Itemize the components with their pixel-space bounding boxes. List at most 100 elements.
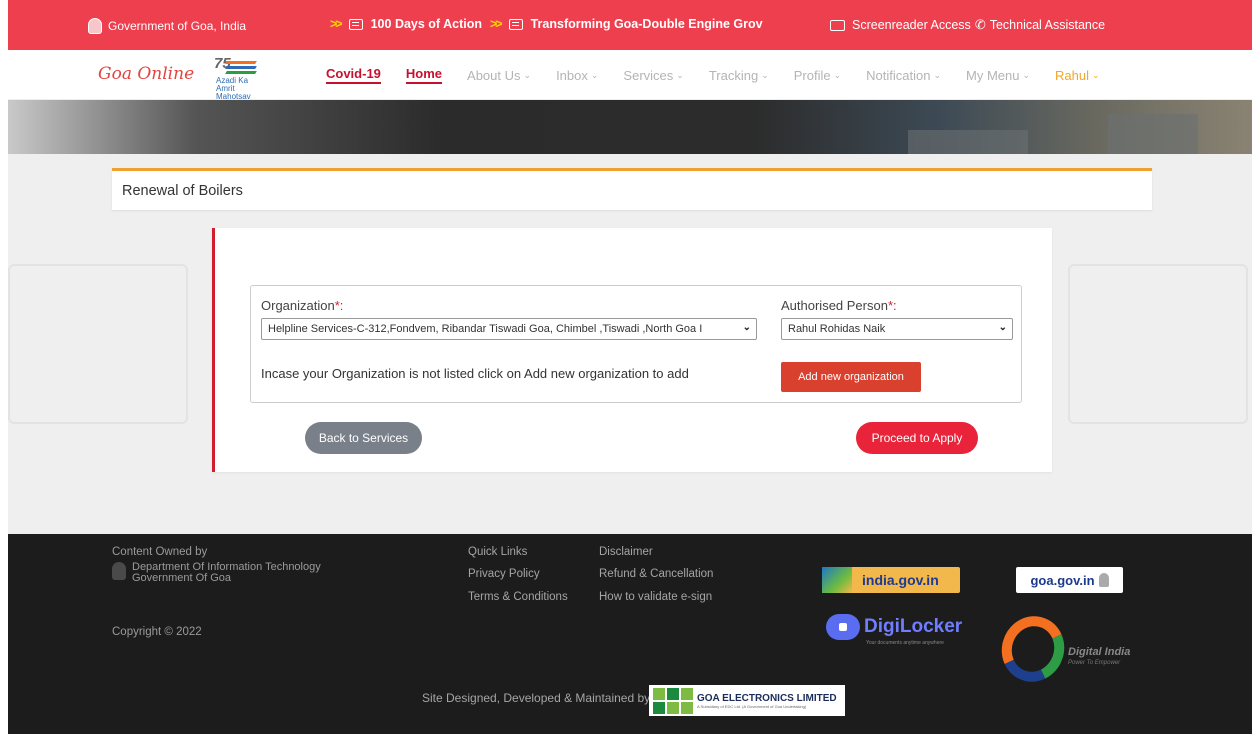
nav-about-label: About Us (467, 67, 521, 83)
department-text: Department Of Information Technology Gov… (132, 562, 321, 584)
nav-tracking-label: Tracking (708, 67, 759, 83)
news-icon (508, 18, 523, 30)
organization-label-text: Organization (261, 298, 335, 313)
azadi-text: Azadi Ka Amrit Mahotsav (216, 76, 251, 101)
authorised-select-value: Rahul Rohidas Naik (788, 323, 886, 335)
menu-bar: Covid-19 Home About Us ⌄ Inbox ⌄ Services ⌄… (326, 50, 1125, 100)
goa-gov-badge[interactable]: goa.gov.in (1016, 567, 1123, 593)
ticker-item-2[interactable]: Transforming Goa-Double Engine Grov (531, 17, 763, 31)
logo-stripe (225, 61, 257, 64)
authorised-label-text: Authorised Person (781, 298, 888, 313)
content-owned-by: Content Owned by (112, 546, 208, 558)
validate-esign-link[interactable]: How to validate e-sign (599, 591, 712, 603)
background-building-left (8, 264, 188, 424)
nav-inbox[interactable]: Inbox ⌄ (556, 68, 598, 83)
goa-electronics-logo[interactable]: GOA ELECTRONICS LIMITED A Subsidiary of … (649, 685, 845, 716)
chevron-down-icon: ⌄ (933, 69, 942, 80)
chevron-down-icon: ⌄ (833, 69, 842, 80)
nav-covid-19[interactable]: Covid-19 (326, 66, 381, 84)
ticker-item-1[interactable]: 100 Days of Action (371, 17, 482, 31)
india-gov-text: india.gov.in (862, 572, 939, 588)
nav-my-menu-label: My Menu (966, 67, 1020, 83)
banner-building (908, 130, 1028, 154)
department-line-2: Government Of Goa (132, 572, 232, 584)
news-icon (348, 18, 363, 30)
nav-my-menu[interactable]: My Menu ⌄ (966, 68, 1030, 83)
authorised-person-select[interactable]: Rahul Rohidas Naik ⌄ (781, 318, 1013, 340)
digital-india-tagline: Power To Empower (1068, 660, 1121, 666)
nav-home-label: Home (405, 66, 443, 81)
required-mark: *: (334, 298, 344, 313)
chevron-down-icon: ⌄ (742, 322, 751, 333)
main-nav: Goa Online 75 Azadi Ka Amrit Mahotsav Co… (8, 50, 1252, 101)
technical-assistance-link[interactable]: Technical Assistance (990, 18, 1105, 32)
organization-select[interactable]: Helpline Services-C-312,Fondvem, Ribanda… (261, 318, 757, 340)
organization-help-note: Incase your Organization is not listed c… (261, 366, 689, 381)
nav-user-rahul[interactable]: Rahul ⌄ (1055, 68, 1100, 83)
digital-india-icon (992, 607, 1074, 691)
gel-tagline: A Subsidiary of EDC Ltd. (A Government o… (697, 703, 807, 709)
monitor-icon (830, 19, 845, 31)
main-content: Renewal of Boilers Organization*: Helpli… (8, 154, 1252, 534)
top-bar: Government of Goa, India >> 100 Days of … (8, 0, 1252, 50)
accessibility-links: Screenreader Access ✆ Technical Assistan… (830, 17, 1105, 33)
authorised-person-label: Authorised Person*: (781, 298, 897, 313)
page-title: Renewal of Boilers (122, 183, 243, 199)
nav-services[interactable]: Services ⌄ (623, 68, 683, 83)
nav-user-label: Rahul (1055, 67, 1089, 83)
nav-notification[interactable]: Notification ⌄ (866, 68, 941, 83)
news-ticker[interactable]: >> 100 Days of Action >> Transforming Go… (330, 17, 782, 31)
footer: Content Owned by Department Of Informati… (8, 534, 1252, 734)
proceed-to-apply-button[interactable]: Proceed to Apply (856, 422, 978, 454)
background-building-right (1068, 264, 1248, 424)
gov-label-group: Government of Goa, India (88, 18, 246, 34)
organization-select-value: Helpline Services-C-312,Fondvem, Ribanda… (268, 323, 703, 335)
digital-india-logo[interactable]: Digital India Power To Empower (992, 607, 1132, 691)
goa-online-logo[interactable]: Goa Online (98, 64, 194, 84)
organization-label: Organization*: (261, 298, 343, 313)
chevron-down-icon: ⌄ (523, 69, 532, 80)
banner-building (1108, 114, 1198, 154)
site-designed-by: Site Designed, Developed & Maintained by (422, 691, 651, 705)
double-chevron-icon: >> (490, 17, 503, 31)
required-mark: *: (887, 298, 897, 313)
gel-grid-icon (653, 687, 693, 714)
phone-icon: ✆ (974, 17, 986, 32)
disclaimer-link[interactable]: Disclaimer (599, 546, 653, 558)
nav-covid-label: Covid-19 (326, 66, 381, 81)
india-flag-icon (822, 567, 852, 593)
nav-tracking[interactable]: Tracking ⌄ (709, 68, 769, 83)
goa-emblem-icon (88, 18, 102, 34)
chevron-down-icon: ⌄ (1092, 69, 1100, 80)
chevron-down-icon: ⌄ (1022, 69, 1031, 80)
quick-links-link[interactable]: Quick Links (468, 546, 527, 558)
logo-stripe (225, 66, 257, 69)
privacy-policy-link[interactable]: Privacy Policy (468, 568, 540, 580)
add-new-organization-button[interactable]: Add new organization (781, 362, 921, 392)
refund-cancellation-link[interactable]: Refund & Cancellation (599, 568, 713, 580)
nav-about-us[interactable]: About Us ⌄ (467, 68, 531, 83)
nav-inbox-label: Inbox (556, 67, 588, 83)
back-to-services-button[interactable]: Back to Services (305, 422, 422, 454)
digital-india-text: Digital India (1068, 646, 1131, 658)
nav-services-label: Services (623, 67, 674, 83)
application-form-card: Organization*: Helpline Services-C-312,F… (212, 228, 1052, 472)
nav-profile[interactable]: Profile ⌄ (794, 68, 841, 83)
india-gov-badge[interactable]: india.gov.in (822, 567, 960, 593)
nav-home[interactable]: Home (405, 66, 443, 84)
screenreader-link[interactable]: Screenreader Access (852, 18, 971, 32)
organization-form-box: Organization*: Helpline Services-C-312,F… (250, 285, 1022, 403)
digilocker-logo[interactable]: DigiLocker Your documents anytime anywhe… (826, 614, 962, 646)
hero-banner (8, 100, 1252, 154)
terms-conditions-link[interactable]: Terms & Conditions (468, 591, 568, 603)
chevron-down-icon: ⌄ (590, 69, 599, 80)
gel-text-block: GOA ELECTRONICS LIMITED A Subsidiary of … (697, 693, 837, 709)
logo-stripe (225, 71, 257, 74)
page-title-card: Renewal of Boilers (112, 168, 1152, 210)
azadi-ka-amrit-mahotsav-logo: 75 Azadi Ka Amrit Mahotsav (208, 55, 268, 101)
double-chevron-icon: >> (330, 17, 343, 31)
goa-gov-text: goa.gov.in (1030, 572, 1095, 588)
digilocker-tagline: Your documents anytime anywhere (866, 640, 944, 646)
goa-emblem-icon (1098, 573, 1109, 587)
goa-emblem-icon (112, 562, 126, 580)
